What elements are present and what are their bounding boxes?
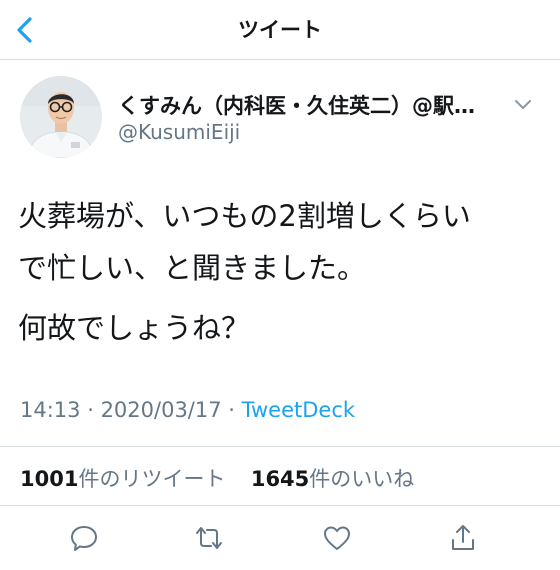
reply-icon[interactable] [68, 522, 100, 554]
tweet-time: 14:13 [20, 398, 81, 422]
author-handle[interactable]: @KusumiEiji [118, 120, 240, 144]
meta-separator: · [221, 398, 242, 422]
like-label: 件のいいね [309, 467, 415, 491]
tweet-text-line: 何故でしょうね？ [18, 311, 251, 345]
divider [0, 446, 560, 447]
tweet-stats: 1001件のリツイート 1645件のいいね [20, 463, 414, 493]
retweet-count: 1001 [20, 467, 79, 491]
retweet-label: 件のリツイート [78, 467, 226, 491]
tweet-source-link[interactable]: TweetDeck [242, 398, 355, 422]
like-count: 1645 [250, 467, 310, 491]
tweet-meta: 14:13 · 2020/03/17 · TweetDeck [20, 398, 355, 422]
like-stat[interactable]: 1645件のいいね [251, 467, 414, 491]
heart-icon[interactable] [321, 522, 353, 554]
tweet-date: 2020/03/17 [100, 398, 222, 422]
divider [0, 505, 560, 506]
meta-separator: · [80, 398, 101, 422]
chevron-down-icon[interactable] [512, 96, 534, 112]
retweet-stat[interactable]: 1001件のリツイート [20, 467, 225, 491]
tweet-body: 火葬場が、いつもの2割増しくらい で忙しい、と聞きました。 何故でしょうね？ [18, 190, 548, 354]
top-nav-bar: ツイート [0, 0, 560, 60]
page-title: ツイート [238, 18, 322, 42]
avatar[interactable] [20, 76, 102, 158]
share-icon[interactable] [447, 522, 479, 554]
tweet-text-line: で忙しい、と聞きました。 [18, 251, 367, 285]
retweet-icon[interactable] [193, 522, 225, 554]
author-display-name[interactable]: くすみん（内科医・久住英二）@駅… [118, 90, 508, 120]
tweet-text-line: 火葬場が、いつもの2割増しくらい [18, 199, 471, 233]
